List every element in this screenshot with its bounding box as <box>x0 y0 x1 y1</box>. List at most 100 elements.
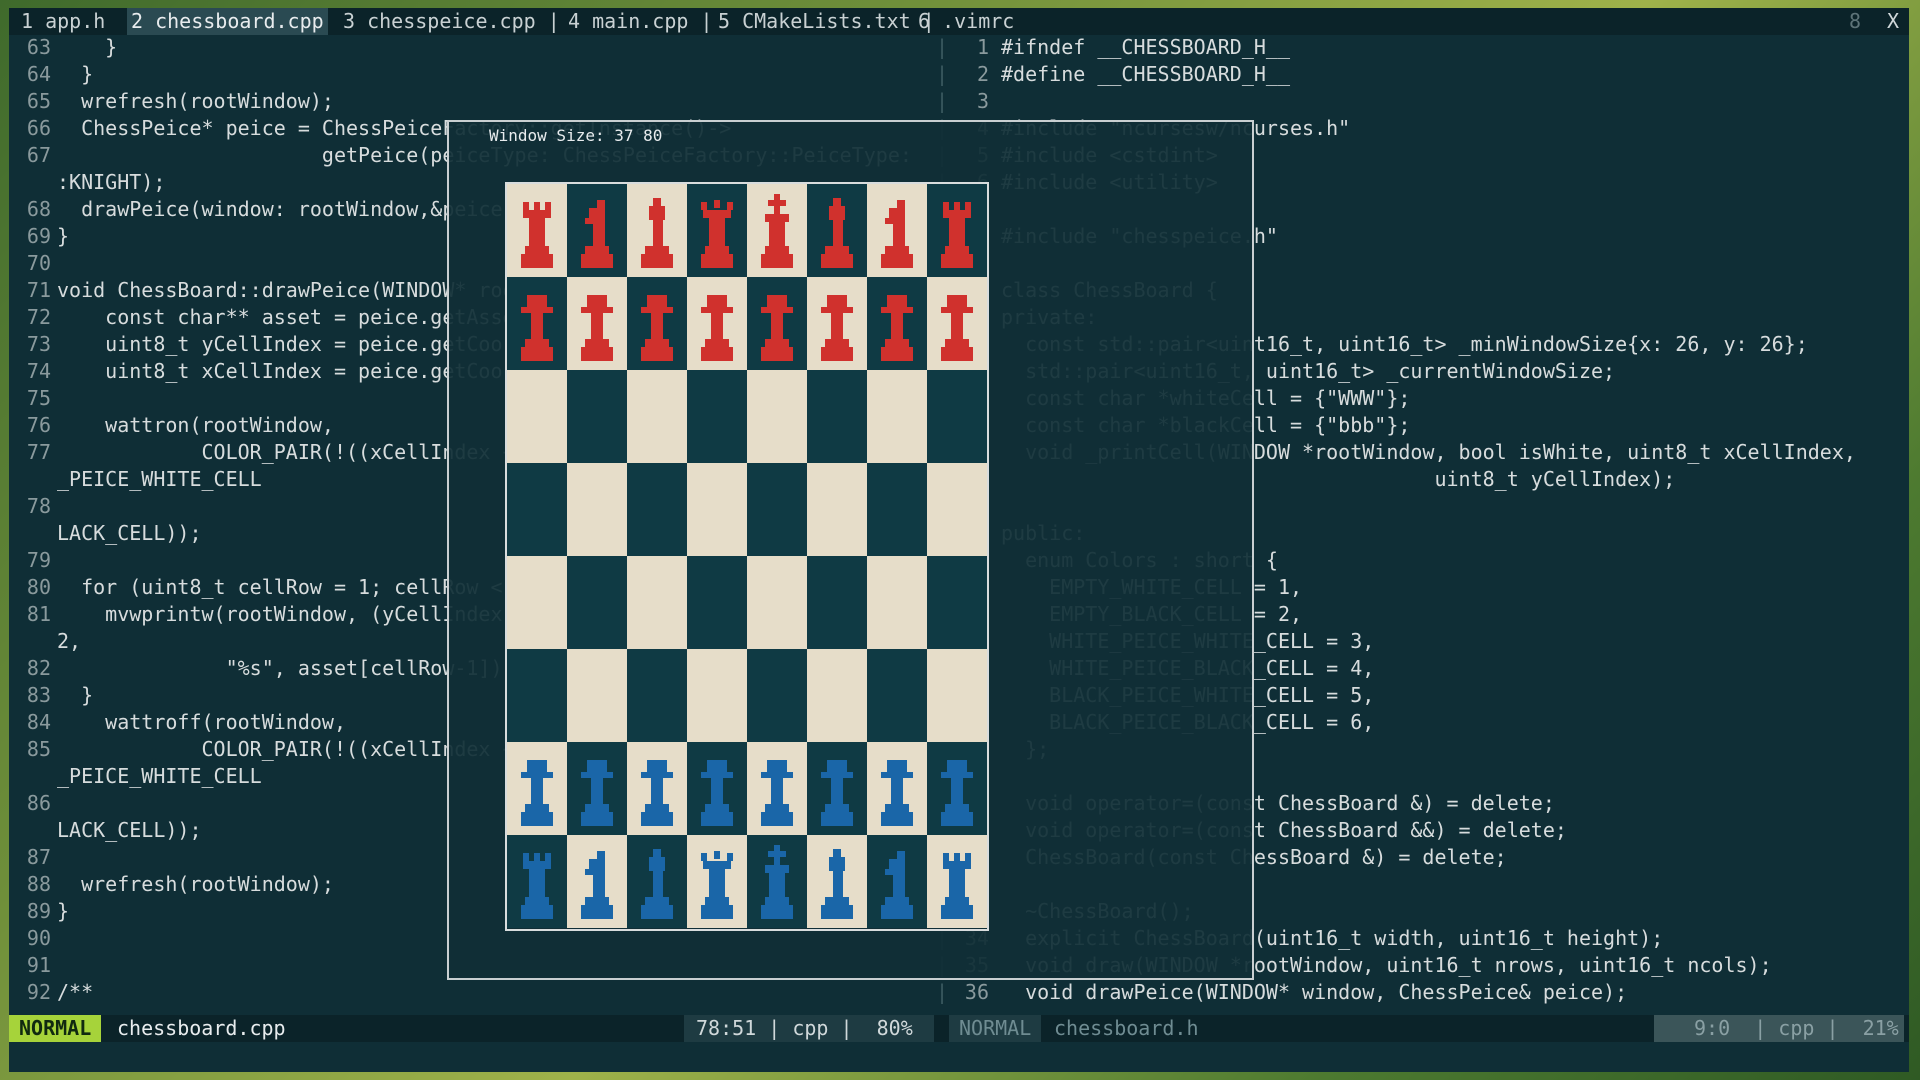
board-square[interactable] <box>867 370 927 463</box>
board-square[interactable] <box>567 556 627 649</box>
board-square[interactable] <box>747 649 807 742</box>
tab-3[interactable]: 3 chesspeice.cpp | <box>339 8 564 35</box>
tab-line: 8 X 1 app.h 2 chessboard.cpp 3 chesspeice.… <box>9 8 1909 35</box>
board-square[interactable] <box>567 649 627 742</box>
board-square[interactable] <box>807 649 867 742</box>
code-line[interactable]: wattron(rootWindow, <box>57 413 334 437</box>
line-number: 81 <box>26 602 51 626</box>
code-line[interactable]: } <box>57 62 93 86</box>
board-square[interactable] <box>567 742 627 835</box>
board-square[interactable] <box>687 277 747 370</box>
board-square[interactable] <box>807 835 867 928</box>
board-square[interactable] <box>867 649 927 742</box>
board-square[interactable] <box>627 370 687 463</box>
blue-king-icon <box>761 845 793 919</box>
board-square[interactable] <box>507 370 567 463</box>
code-line[interactable]: /** <box>57 980 93 1004</box>
code-line[interactable]: } <box>57 35 117 59</box>
board-square[interactable] <box>807 277 867 370</box>
board-square[interactable] <box>747 835 807 928</box>
board-square[interactable] <box>687 184 747 277</box>
code-line[interactable]: 2, <box>57 629 81 653</box>
code-line[interactable]: wattroff(rootWindow, <box>57 710 346 734</box>
board-square[interactable] <box>747 277 807 370</box>
board-square[interactable] <box>807 742 867 835</box>
board-square[interactable] <box>567 277 627 370</box>
board-square[interactable] <box>507 277 567 370</box>
code-line[interactable]: wrefresh(rootWindow); <box>57 872 334 896</box>
board-square[interactable] <box>627 463 687 556</box>
code-line[interactable]: #ifndef __CHESSBOARD_H__ <box>1001 35 1290 59</box>
board-square[interactable] <box>747 184 807 277</box>
board-square[interactable] <box>687 370 747 463</box>
board-square[interactable] <box>687 556 747 649</box>
board-square[interactable] <box>807 463 867 556</box>
board-square[interactable] <box>867 835 927 928</box>
tab-6[interactable]: 6 .vimrc <box>914 8 1018 35</box>
board-square[interactable] <box>747 463 807 556</box>
code-line[interactable]: _PEICE_WHITE_CELL <box>57 467 262 491</box>
line-number: 1 <box>976 35 989 59</box>
red-bishop-icon <box>821 198 853 268</box>
board-square[interactable] <box>807 370 867 463</box>
code-line[interactable]: void drawPeice(WINDOW* window, ChessPeic… <box>1001 980 1627 1004</box>
board-square[interactable] <box>927 277 987 370</box>
board-square[interactable] <box>927 556 987 649</box>
board-square[interactable] <box>867 463 927 556</box>
board-square[interactable] <box>687 835 747 928</box>
board-square[interactable] <box>627 556 687 649</box>
command-line[interactable] <box>9 1042 1909 1072</box>
line-number: 80 <box>26 575 51 599</box>
board-square[interactable] <box>867 184 927 277</box>
board-square[interactable] <box>927 649 987 742</box>
board-square[interactable] <box>507 556 567 649</box>
board-square[interactable] <box>567 463 627 556</box>
board-square[interactable] <box>747 556 807 649</box>
board-square[interactable] <box>687 649 747 742</box>
board-square[interactable] <box>927 835 987 928</box>
tab-2[interactable]: 2 chessboard.cpp <box>127 8 328 35</box>
line-number: 77 <box>26 440 51 464</box>
board-square[interactable] <box>867 556 927 649</box>
board-square[interactable] <box>927 463 987 556</box>
board-square[interactable] <box>627 742 687 835</box>
code-line[interactable]: wrefresh(rootWindow); <box>57 89 334 113</box>
board-square[interactable] <box>867 277 927 370</box>
board-square[interactable] <box>807 184 867 277</box>
board-square[interactable] <box>507 184 567 277</box>
code-line[interactable]: } <box>57 899 69 923</box>
tab-4[interactable]: 4 main.cpp | <box>564 8 717 35</box>
board-square[interactable] <box>567 184 627 277</box>
board-square[interactable] <box>927 742 987 835</box>
board-square[interactable] <box>567 835 627 928</box>
board-square[interactable] <box>567 370 627 463</box>
board-square[interactable] <box>507 835 567 928</box>
code-line[interactable]: } <box>57 683 93 707</box>
board-square[interactable] <box>627 277 687 370</box>
board-square[interactable] <box>807 556 867 649</box>
board-square[interactable] <box>627 835 687 928</box>
close-tab-button[interactable]: X <box>1887 8 1899 35</box>
board-square[interactable] <box>507 742 567 835</box>
code-line[interactable]: :KNIGHT); <box>57 170 165 194</box>
board-square[interactable] <box>747 370 807 463</box>
board-square[interactable] <box>687 742 747 835</box>
code-line[interactable]: LACK_CELL)); <box>57 818 202 842</box>
board-square[interactable] <box>927 184 987 277</box>
tab-1[interactable]: 1 app.h <box>17 8 109 35</box>
board-square[interactable] <box>687 463 747 556</box>
chess-board[interactable] <box>505 182 989 931</box>
board-square[interactable] <box>507 463 567 556</box>
board-square[interactable] <box>627 184 687 277</box>
board-square[interactable] <box>747 742 807 835</box>
board-square[interactable] <box>867 742 927 835</box>
code-line[interactable]: "%s", asset[cellRow-1]); <box>57 656 515 680</box>
board-square[interactable] <box>627 649 687 742</box>
code-line[interactable]: LACK_CELL)); <box>57 521 202 545</box>
code-line[interactable]: #define __CHESSBOARD_H__ <box>1001 62 1290 86</box>
board-square[interactable] <box>507 649 567 742</box>
code-line[interactable]: _PEICE_WHITE_CELL <box>57 764 262 788</box>
code-line[interactable]: } <box>57 224 69 248</box>
tab-5[interactable]: 5 CMakeLists.txt | <box>714 8 939 35</box>
board-square[interactable] <box>927 370 987 463</box>
